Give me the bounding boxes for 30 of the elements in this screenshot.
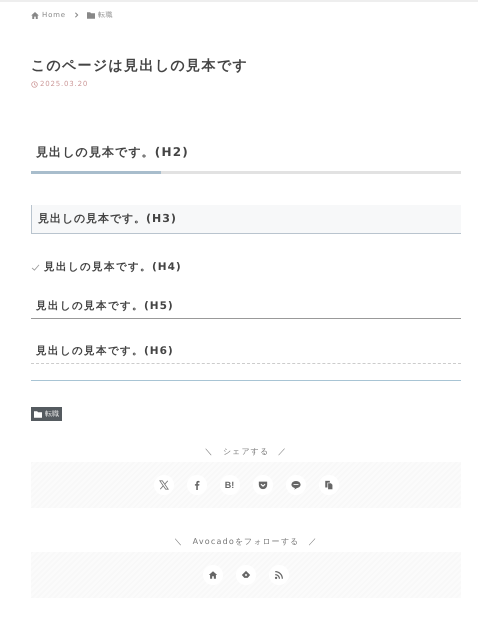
share-button[interactable] [318, 474, 338, 494]
chat-bubble-icon [290, 480, 300, 490]
follow-button[interactable] [236, 564, 256, 584]
copy-icon [324, 480, 334, 490]
page-title: このページは見出しの見本です [31, 57, 249, 76]
share-button[interactable] [154, 474, 174, 494]
heading: 見出しの見本です。(H5) [31, 299, 461, 319]
share-button[interactable] [286, 474, 306, 494]
share-button[interactable]: B! [220, 474, 240, 494]
heading: 見出しの見本です。(H4) [44, 260, 182, 274]
folder-icon [34, 410, 42, 418]
home-icon [208, 570, 218, 580]
check-icon [31, 264, 40, 270]
heading: 見出しの見本です。(H3) [31, 205, 461, 234]
folder-icon [86, 12, 95, 18]
share-button[interactable] [252, 474, 272, 494]
follow-button[interactable] [269, 564, 289, 584]
feedly-icon [241, 570, 251, 580]
follow-button[interactable] [203, 564, 223, 584]
section-heading: ＼ Avocadoをフォローする ／ [174, 536, 318, 546]
heading: 見出しの見本です。(H2) [31, 144, 461, 174]
home-icon [31, 12, 39, 18]
rss-icon [274, 570, 284, 580]
share-button[interactable] [186, 474, 206, 494]
heading: 見出しの見本です。(H6) [31, 344, 461, 364]
chevron-icon [74, 12, 79, 18]
section-heading: ＼ シェアする ／ [204, 446, 288, 456]
clock-icon [31, 80, 38, 88]
x-logo-icon [158, 480, 168, 490]
pocket-icon [258, 480, 268, 490]
